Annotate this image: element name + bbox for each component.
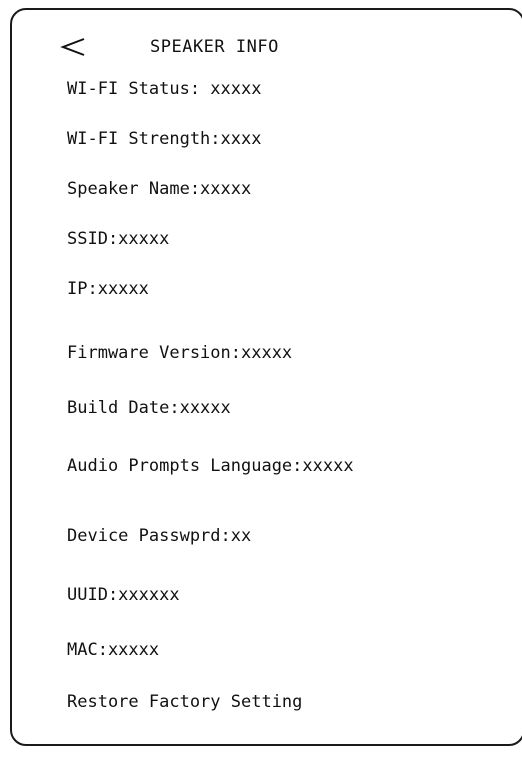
firmware-version-row: Firmware Version:xxxxx bbox=[67, 343, 293, 363]
chevron-left-icon bbox=[60, 36, 86, 58]
wifi-status-row: WI-FI Status: xxxxx bbox=[67, 79, 262, 99]
ip-row: IP:xxxxx bbox=[67, 279, 149, 299]
ssid-row: SSID:xxxxx bbox=[67, 229, 170, 249]
header: SPEAKER INFO bbox=[60, 30, 279, 64]
screen-frame bbox=[10, 8, 522, 746]
wifi-strength-row: WI-FI Strength:xxxx bbox=[67, 129, 262, 149]
device-password-row: Device Passwprd:xx bbox=[67, 526, 252, 546]
restore-factory-setting-button[interactable]: Restore Factory Setting bbox=[67, 691, 302, 713]
back-button[interactable] bbox=[60, 30, 90, 64]
speaker-name-row: Speaker Name:xxxxx bbox=[67, 179, 252, 199]
audio-prompts-language-row: Audio Prompts Language:xxxxx bbox=[67, 456, 354, 476]
mac-row: MAC:xxxxx bbox=[67, 640, 160, 660]
build-date-row: Build Date:xxxxx bbox=[67, 398, 231, 418]
uuid-row: UUID:xxxxxx bbox=[67, 585, 180, 605]
page-title: SPEAKER INFO bbox=[150, 37, 279, 57]
